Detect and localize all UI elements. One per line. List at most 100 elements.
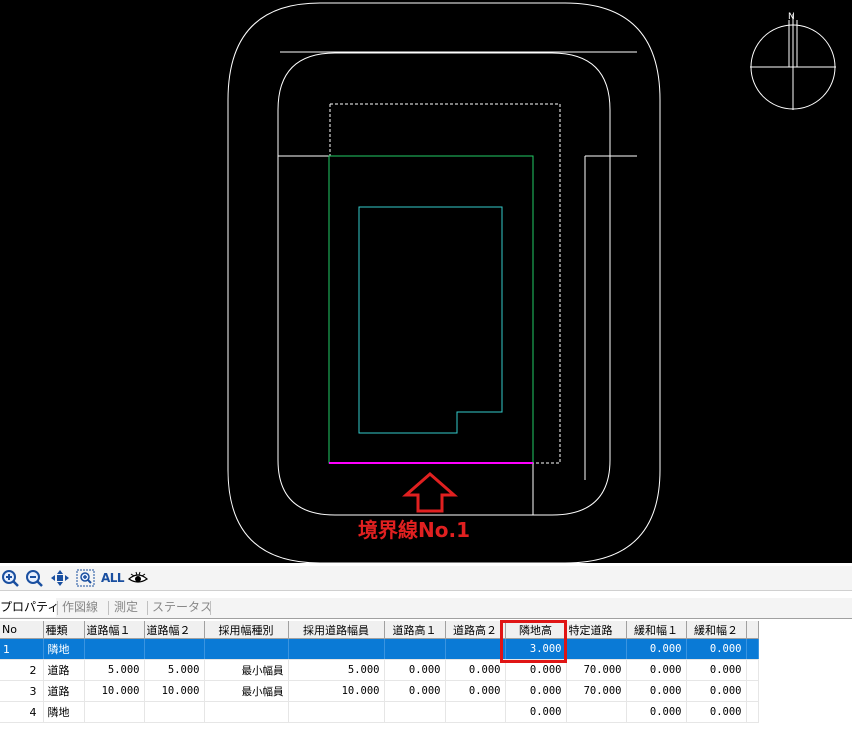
cell-spacer [746,659,759,681]
cell-relief-width-1[interactable]: 0.000 [626,638,687,660]
svg-text:N: N [788,12,795,22]
zoom-window-button[interactable] [76,568,96,588]
cell-road-height-2[interactable]: 0.000 [445,680,506,702]
cell-road-height-1[interactable] [384,638,446,660]
col-header[interactable]: 採用道路幅員 [288,621,385,639]
col-header[interactable]: 緩和幅１ [626,621,687,639]
cell-special-road[interactable] [566,638,627,660]
building-footprint [358,206,503,434]
cell-relief-width-2[interactable]: 0.000 [686,701,747,723]
zoom-in-icon [2,570,19,587]
col-header[interactable]: No [0,621,44,639]
cell-adjacent-height[interactable]: 0.000 [505,659,567,681]
tab-separator [57,601,58,615]
cell-road-height-2[interactable]: 0.000 [445,659,506,681]
cell-special-road[interactable] [566,701,627,723]
cell-width-kind[interactable] [204,638,289,660]
panel-tabs: プロパティ 作図線 測定 ステータス [0,598,852,619]
col-header[interactable]: 道路幅２ [144,621,205,639]
col-header-spacer [746,621,759,639]
tab-separator [147,601,148,615]
table-row[interactable]: 3 道路 10.000 10.000 最小幅員 10.000 0.000 0.0… [0,680,759,702]
cell-adopted-width[interactable]: 10.000 [288,680,385,702]
drawing-canvas[interactable]: N 境界線No.1 [0,0,852,563]
cell-no[interactable]: 4 [0,701,44,723]
cell-relief-width-1[interactable]: 0.000 [626,680,687,702]
eye-icon [128,571,148,583]
boundary-table: No 種類 道路幅１ 道路幅２ 採用幅種別 採用道路幅員 道路高１ 道路高２ 隣… [0,621,759,723]
cell-road-height-1[interactable]: 0.000 [384,680,446,702]
cell-road-width-2[interactable] [144,701,205,723]
pan-icon [51,570,69,586]
table-row[interactable]: 2 道路 5.000 5.000 最小幅員 5.000 0.000 0.000 … [0,659,759,681]
cell-road-height-2[interactable] [445,638,506,660]
cell-type[interactable]: 道路 [43,680,85,702]
cell-spacer [746,680,759,702]
cell-road-width-1[interactable]: 10.000 [84,680,145,702]
col-header[interactable]: 道路高１ [384,621,446,639]
pan-button[interactable] [50,568,70,588]
table-row[interactable]: 1 隣地 3.000 0.000 0.000 [0,638,759,660]
cell-special-road[interactable]: 70.000 [566,659,627,681]
view-toolbar: ALL [0,566,852,591]
col-header[interactable]: 道路高２ [445,621,506,639]
cell-no[interactable]: 2 [0,659,44,681]
cell-relief-width-1[interactable]: 0.000 [626,659,687,681]
outer-road-outline [227,2,661,563]
cad-drawing: N [227,2,836,563]
cell-road-width-2[interactable] [144,638,205,660]
col-header[interactable]: 特定道路 [566,621,627,639]
cell-road-width-2[interactable]: 10.000 [144,680,205,702]
up-arrow-icon [402,472,458,513]
cell-no[interactable]: 1 [0,638,44,660]
tab-separator [210,601,211,615]
cell-relief-width-1[interactable]: 0.000 [626,701,687,723]
cell-road-width-1[interactable] [84,701,145,723]
col-header[interactable]: 緩和幅２ [686,621,747,639]
table-header-row: No 種類 道路幅１ 道路幅２ 採用幅種別 採用道路幅員 道路高１ 道路高２ 隣… [0,621,759,639]
zoom-out-icon [26,570,43,587]
zoom-out-button[interactable] [24,568,44,588]
cell-road-height-2[interactable] [445,701,506,723]
tab-separator [108,601,109,615]
cell-road-width-1[interactable] [84,638,145,660]
col-header[interactable]: 道路幅１ [84,621,145,639]
cell-spacer [746,701,759,723]
north-compass-icon: N [750,12,836,110]
col-header[interactable]: 種類 [43,621,85,639]
cell-adjacent-height[interactable]: 0.000 [505,701,567,723]
cell-road-width-1[interactable]: 5.000 [84,659,145,681]
cell-relief-width-2[interactable]: 0.000 [686,638,747,660]
tab-status[interactable]: ステータス [152,598,212,617]
tab-measure[interactable]: 測定 [114,598,146,617]
show-all-button[interactable]: ALL [101,569,125,587]
col-header[interactable]: 隣地高 [505,621,567,639]
cell-adopted-width[interactable]: 5.000 [288,659,385,681]
visibility-button[interactable] [128,568,148,588]
cell-adjacent-height[interactable]: 3.000 [505,638,567,660]
table-row[interactable]: 4 隣地 0.000 0.000 0.000 [0,701,759,723]
cell-road-width-2[interactable]: 5.000 [144,659,205,681]
property-grid: No 種類 道路幅１ 道路幅２ 採用幅種別 採用道路幅員 道路高１ 道路高２ 隣… [0,621,852,734]
setback-dashed-line [330,103,561,464]
cell-width-kind[interactable]: 最小幅員 [204,680,289,702]
cell-width-kind[interactable] [204,701,289,723]
cell-road-height-1[interactable] [384,701,446,723]
cell-adopted-width[interactable] [288,701,385,723]
cell-relief-width-2[interactable]: 0.000 [686,659,747,681]
cell-type[interactable]: 隣地 [43,701,85,723]
col-header[interactable]: 採用幅種別 [204,621,289,639]
cell-width-kind[interactable]: 最小幅員 [204,659,289,681]
cell-type[interactable]: 道路 [43,659,85,681]
tab-properties[interactable]: プロパティ [0,598,59,617]
cell-adopted-width[interactable] [288,638,385,660]
cell-relief-width-2[interactable]: 0.000 [686,680,747,702]
cell-adjacent-height[interactable]: 0.000 [505,680,567,702]
tab-construction-lines[interactable]: 作図線 [62,598,106,617]
cell-road-height-1[interactable]: 0.000 [384,659,446,681]
zoom-in-button[interactable] [0,568,20,588]
zoom-window-icon [76,569,95,587]
cell-special-road[interactable]: 70.000 [566,680,627,702]
cell-no[interactable]: 3 [0,680,44,702]
cell-type[interactable]: 隣地 [43,638,85,660]
